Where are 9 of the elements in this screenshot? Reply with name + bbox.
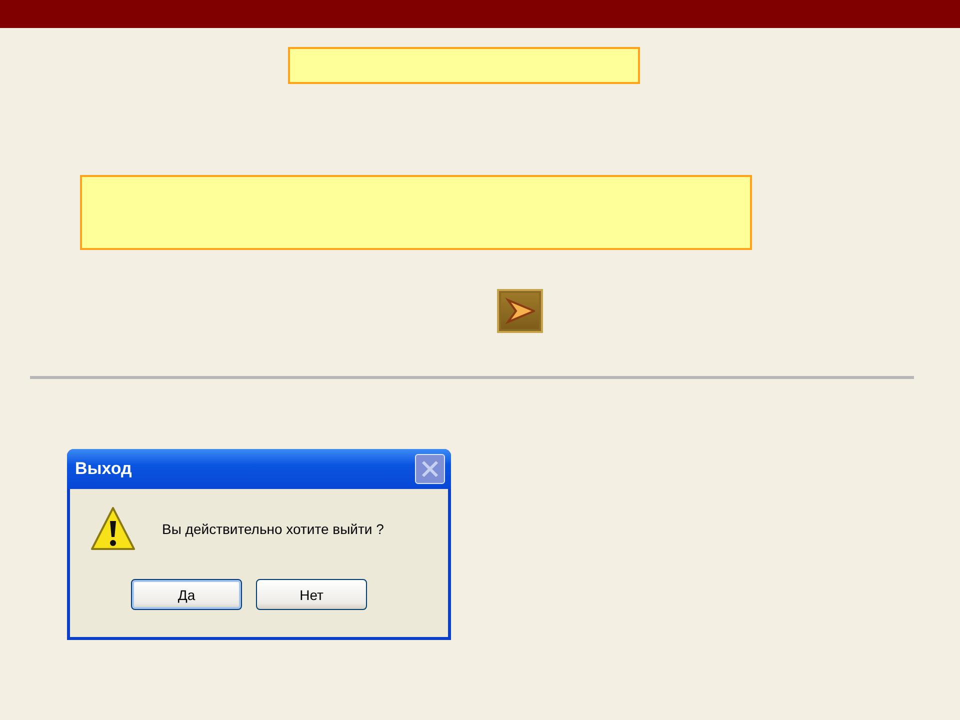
dialog-title: Выход: [75, 459, 132, 479]
message-text: Вы действительно хотите выйти ?: [162, 521, 384, 537]
warning-icon: [90, 505, 136, 553]
close-button[interactable]: [415, 454, 445, 484]
next-button[interactable]: [497, 289, 543, 333]
dialog-button[interactable]: Да: [131, 579, 242, 610]
arrow-icon: [505, 297, 535, 325]
close-icon: [420, 459, 440, 479]
dialog-button[interactable]: Нет: [256, 579, 367, 610]
